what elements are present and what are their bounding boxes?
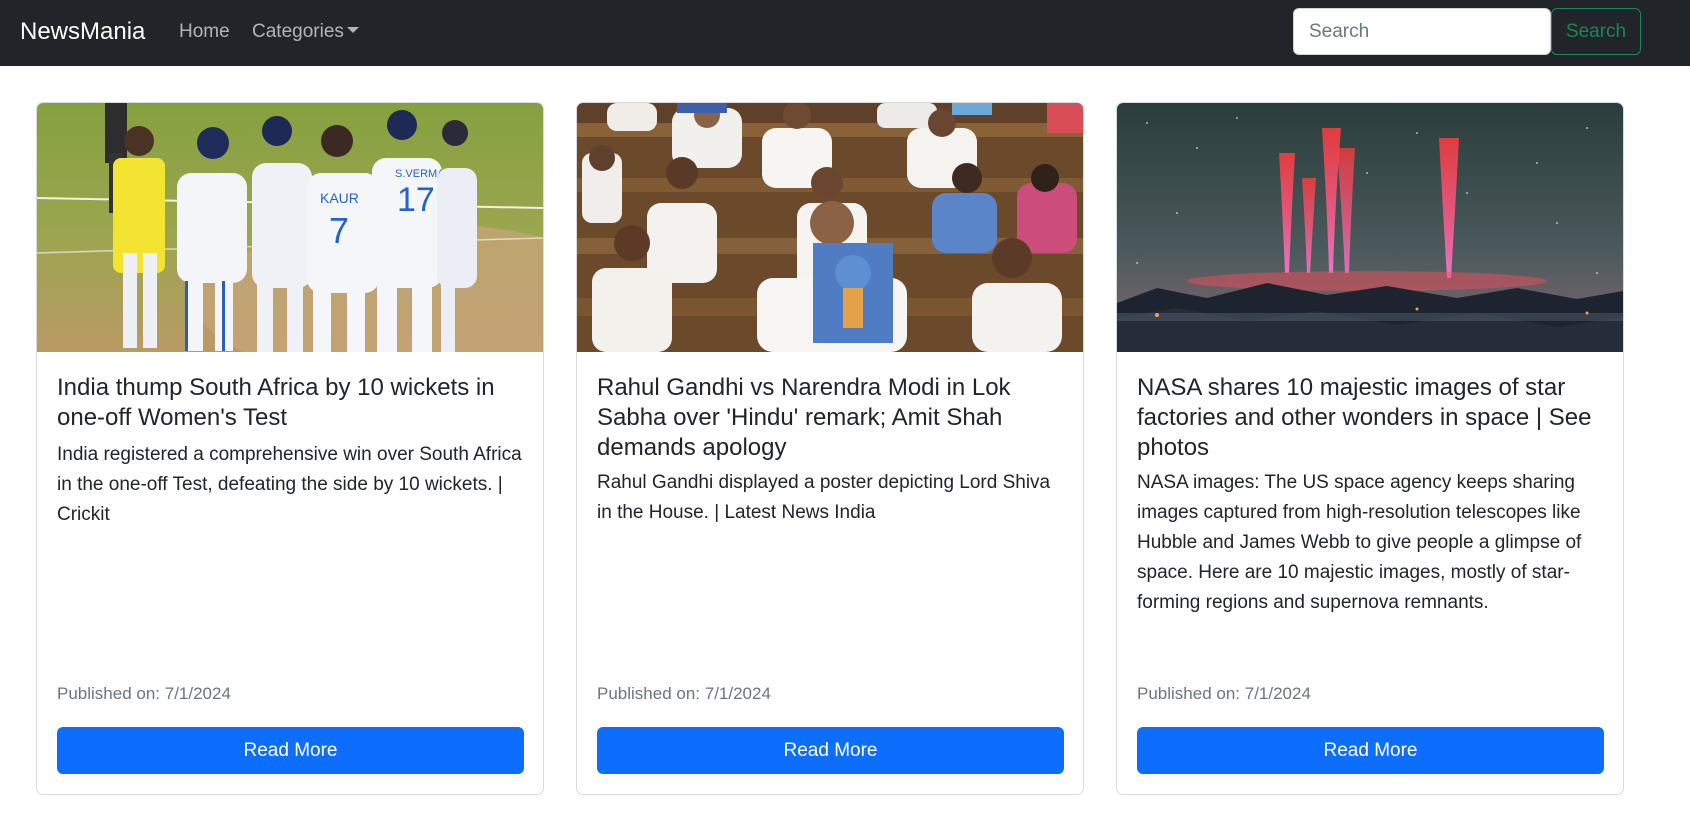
card-description: NASA images: The US space agency keeps s… xyxy=(1137,472,1582,613)
read-more-button[interactable]: Read More xyxy=(57,727,524,774)
search-input[interactable] xyxy=(1293,8,1551,55)
read-more-button[interactable]: Read More xyxy=(1137,727,1604,774)
news-card: KAUR 7 S.VERMA 17 India thump South Afri… xyxy=(36,102,544,795)
card-published-date: Published on: 7/1/2024 xyxy=(597,684,771,703)
brand-logo[interactable]: NewsMania xyxy=(20,16,145,48)
svg-text:KAUR: KAUR xyxy=(320,190,359,206)
nav-home-link[interactable]: Home xyxy=(179,20,230,44)
card-title: NASA shares 10 majestic images of star f… xyxy=(1137,374,1592,461)
nav-categories-dropdown[interactable]: Categories xyxy=(252,20,359,44)
cricket-team-celebration-image[interactable]: KAUR 7 S.VERMA 17 xyxy=(37,103,543,352)
top-navbar: NewsMania Home Categories Search xyxy=(0,0,1690,66)
card-title: India thump South Africa by 10 wickets i… xyxy=(57,374,495,431)
chevron-down-icon xyxy=(346,26,359,33)
svg-text:17: 17 xyxy=(397,181,435,219)
news-card: NASA shares 10 majestic images of star f… xyxy=(1116,102,1624,795)
card-title: Rahul Gandhi vs Narendra Modi in Lok Sab… xyxy=(597,374,1011,461)
svg-text:7: 7 xyxy=(329,210,349,251)
lok-sabha-session-image[interactable] xyxy=(577,103,1083,352)
night-sky-red-sprites-image[interactable] xyxy=(1117,103,1623,352)
nav-categories-label: Categories xyxy=(252,21,344,42)
card-published-date: Published on: 7/1/2024 xyxy=(57,684,231,703)
news-card: Rahul Gandhi vs Narendra Modi in Lok Sab… xyxy=(576,102,1084,795)
read-more-button[interactable]: Read More xyxy=(597,727,1064,774)
card-published-date: Published on: 7/1/2024 xyxy=(1137,684,1311,703)
search-button[interactable]: Search xyxy=(1551,8,1641,55)
card-description: India registered a comprehensive win ove… xyxy=(57,444,522,525)
card-description: Rahul Gandhi displayed a poster depictin… xyxy=(597,472,1051,523)
